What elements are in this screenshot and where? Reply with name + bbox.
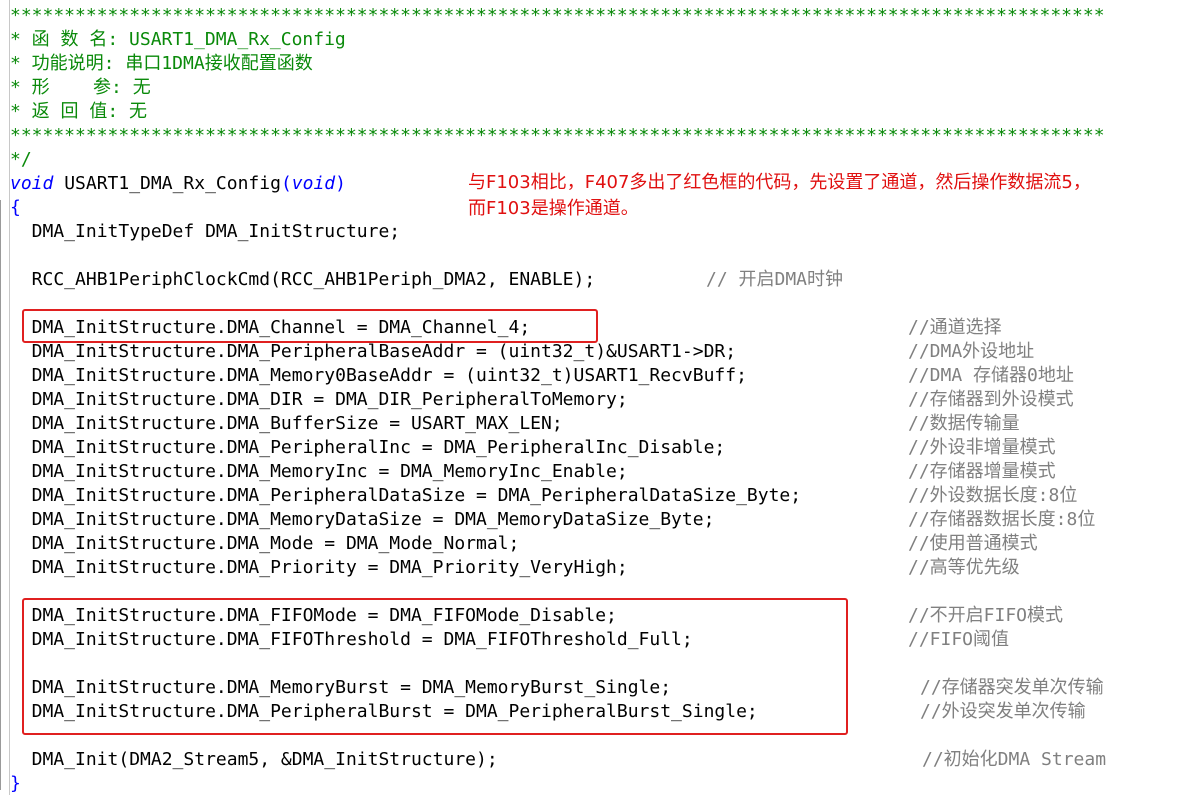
struct-declaration[interactable]: DMA_InitTypeDef DMA_InitStructure; — [10, 220, 400, 244]
close-brace: } — [10, 773, 21, 794]
comment-border-top: ****************************************… — [10, 5, 1105, 26]
assign-line[interactable]: DMA_InitStructure.DMA_PeripheralInc = DM… — [10, 436, 726, 460]
red-annotation-note: 与F103相比，F407多出了红色框的代码，先设置了通道，然后操作数据流5， 而… — [468, 172, 1091, 219]
assign-line[interactable]: DMA_InitStructure.DMA_DIR = DMA_DIR_Peri… — [10, 388, 628, 412]
comment-close: */ — [10, 149, 32, 170]
assign-comment: //外设数据长度:8位 — [908, 485, 1078, 506]
dma-init-line[interactable]: DMA_Init(DMA2_Stream5, &DMA_InitStructur… — [10, 748, 498, 772]
dma-init-code: DMA_Init(DMA2_Stream5, &DMA_InitStructur… — [10, 749, 498, 770]
comment-return: * 返 回 值: 无 — [10, 101, 148, 122]
assign-comment: //外设突发单次传输 — [920, 701, 1086, 722]
rcc-code: RCC_AHB1PeriphClockCmd(RCC_AHB1Periph_DM… — [10, 269, 596, 290]
code-editor[interactable]: ****************************************… — [0, 0, 1192, 795]
rcc-comment: // 开启DMA时钟 — [706, 269, 844, 290]
comment-function-name: * 函 数 名: USART1_DMA_Rx_Config — [10, 29, 346, 50]
function-signature[interactable]: void USART1_DMA_Rx_Config(void) — [10, 172, 346, 196]
assign-comment: //通道选择 — [908, 317, 1002, 338]
assign-comment: //不开启FIFO模式 — [908, 605, 1064, 626]
function-name: USART1_DMA_Rx_Config — [64, 173, 281, 194]
rcc-clock-line[interactable]: RCC_AHB1PeriphClockCmd(RCC_AHB1Periph_DM… — [10, 268, 596, 292]
assign-comment: //使用普通模式 — [908, 533, 1038, 554]
param-type: void — [291, 173, 336, 194]
comment-border-bottom: ****************************************… — [10, 125, 1105, 146]
highlight-box-fifo-burst — [22, 598, 848, 735]
assign-comment: //FIFO阈值 — [908, 629, 1010, 650]
assign-line[interactable]: DMA_InitStructure.DMA_BufferSize = USART… — [10, 412, 563, 436]
assign-line[interactable]: DMA_InitStructure.DMA_MemoryInc = DMA_Me… — [10, 460, 628, 484]
assign-comment: //高等优先级 — [908, 557, 1020, 578]
assign-line[interactable]: DMA_InitStructure.DMA_Memory0BaseAddr = … — [10, 364, 747, 388]
assign-comment: //存储器增量模式 — [908, 461, 1056, 482]
assign-comment: //外设非增量模式 — [908, 437, 1056, 458]
open-brace: { — [10, 197, 21, 218]
fold-range-indicator — [0, 200, 10, 790]
return-type: void — [10, 173, 54, 194]
assign-line[interactable]: DMA_InitStructure.DMA_Priority = DMA_Pri… — [10, 556, 628, 580]
assign-comment: //数据传输量 — [908, 413, 1020, 434]
dma-init-comment: //初始化DMA Stream — [922, 749, 1107, 770]
assign-comment: //存储器数据长度:8位 — [908, 509, 1096, 530]
assign-comment: //DMA外设地址 — [908, 341, 1035, 362]
assign-line[interactable]: DMA_InitStructure.DMA_PeripheralBaseAddr… — [10, 340, 736, 364]
assign-line[interactable]: DMA_InitStructure.DMA_PeripheralDataSize… — [10, 484, 801, 508]
assign-line[interactable]: DMA_InitStructure.DMA_Mode = DMA_Mode_No… — [10, 532, 520, 556]
assign-comment: //存储器突发单次传输 — [920, 677, 1104, 698]
assign-comment: //DMA 存储器0地址 — [908, 365, 1074, 386]
highlight-box-channel — [22, 309, 598, 343]
assign-comment: //存储器到外设模式 — [908, 389, 1074, 410]
comment-description: * 功能说明: 串口1DMA接收配置函数 — [10, 53, 313, 74]
comment-params: * 形 参: 无 — [10, 77, 151, 98]
assign-line[interactable]: DMA_InitStructure.DMA_MemoryDataSize = D… — [10, 508, 715, 532]
